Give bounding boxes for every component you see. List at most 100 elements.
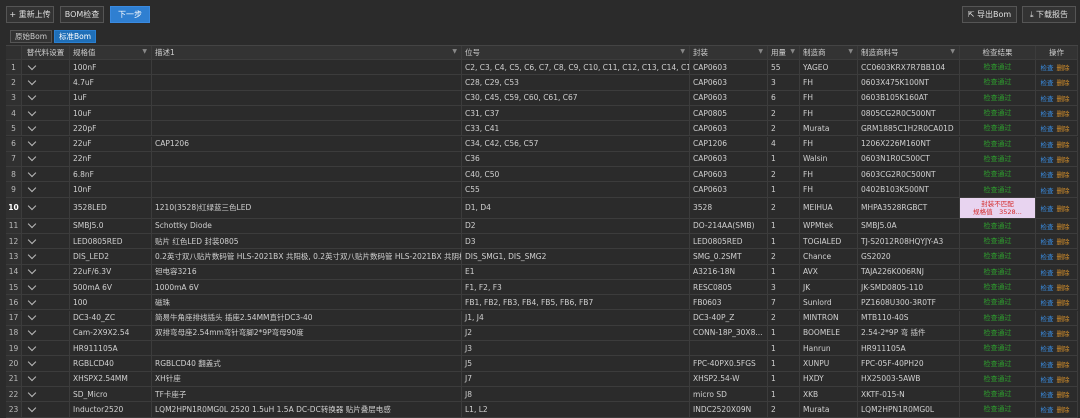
manufacturer-cell[interactable]: FH bbox=[800, 75, 858, 90]
reference-cell[interactable]: J8 bbox=[462, 387, 690, 402]
table-row[interactable]: 2 4.7uF C28, C29, C53 CAP0603 3 FH 0603X475K10… bbox=[6, 75, 1078, 91]
mfr-part-number-cell[interactable]: LQM2HPN1R0MG0L bbox=[858, 402, 960, 417]
table-row[interactable]: 10 3528LED 1210(3528)红绿蓝三色LED D1, D4 3528 2 ME… bbox=[6, 197, 1078, 219]
check-link[interactable]: 检查 bbox=[1041, 62, 1054, 72]
check-link[interactable]: 检查 bbox=[1041, 203, 1054, 213]
reference-cell[interactable]: C2, C3, C4, C5, C6, C7, C8, C9, C10, C11… bbox=[462, 60, 690, 75]
alt-setting-dropdown[interactable] bbox=[22, 121, 70, 136]
alt-setting-dropdown[interactable] bbox=[22, 249, 70, 264]
delete-link[interactable]: 删除 bbox=[1057, 185, 1070, 195]
alt-setting-dropdown[interactable] bbox=[22, 105, 70, 121]
mfr-part-number-cell[interactable]: TJ-S2012R08HQYJY-A3 bbox=[858, 234, 960, 249]
check-link[interactable]: 检查 bbox=[1041, 185, 1054, 195]
spec-cell[interactable]: SD_Micro bbox=[70, 387, 152, 402]
quantity-cell[interactable]: 2 bbox=[768, 197, 800, 218]
spec-cell[interactable]: 10uF bbox=[70, 105, 152, 121]
package-cell[interactable]: CAP0603 bbox=[690, 75, 768, 90]
table-row[interactable]: 17 DC3-40_ZC 简易牛角座排线插头 插座2.54MM直针DC3-40 J1,… bbox=[6, 310, 1078, 326]
alt-setting-dropdown[interactable] bbox=[22, 197, 70, 218]
check-link[interactable]: 检查 bbox=[1041, 93, 1054, 103]
spec-cell[interactable]: 10nF bbox=[70, 182, 152, 197]
chevron-down-icon[interactable] bbox=[27, 220, 37, 229]
operation-header[interactable]: 操作 bbox=[1036, 46, 1078, 59]
spec-cell[interactable]: Cam-2X9X2.54 bbox=[70, 325, 152, 341]
check-link[interactable]: 检查 bbox=[1041, 343, 1054, 353]
package-cell[interactable] bbox=[690, 341, 768, 356]
mfr-part-number-cell[interactable]: JK-SMD0805-110 bbox=[858, 279, 960, 295]
quantity-cell[interactable]: 1 bbox=[768, 341, 800, 356]
quantity-cell[interactable]: 1 bbox=[768, 325, 800, 341]
reference-cell[interactable]: D2 bbox=[462, 218, 690, 233]
table-row[interactable]: 9 10nF C55 CAP0603 1 FH 0402B103K500NT 检查通过 检查 删除 bbox=[6, 182, 1078, 198]
quantity-cell[interactable]: 2 bbox=[768, 105, 800, 121]
quantity-cell[interactable]: 1 bbox=[768, 234, 800, 249]
description-cell[interactable] bbox=[152, 151, 462, 167]
filter-icon[interactable]: ▼ bbox=[790, 48, 795, 55]
spec-cell[interactable]: SMBJ5.0 bbox=[70, 218, 152, 233]
spec-cell[interactable]: HR911105A bbox=[70, 341, 152, 356]
chevron-down-icon[interactable] bbox=[27, 235, 37, 244]
description-cell[interactable]: 磁珠 bbox=[152, 295, 462, 310]
mfr-part-number-cell[interactable]: 0402B103K500NT bbox=[858, 182, 960, 197]
package-cell[interactable]: 3528 bbox=[690, 197, 768, 218]
reference-cell[interactable]: C40, C50 bbox=[462, 167, 690, 182]
mfr-part-number-cell[interactable]: SMBJ5.0A bbox=[858, 218, 960, 233]
description-cell[interactable]: 钽电容3216 bbox=[152, 264, 462, 279]
bom-check-button[interactable]: BOM检查 bbox=[60, 6, 104, 23]
qty-header[interactable]: 用量 ▼ bbox=[768, 46, 800, 59]
table-row[interactable]: 4 10uF C31, C37 CAP0805 2 FH 0805CG2R0C500NT 检查… bbox=[6, 105, 1078, 122]
quantity-cell[interactable]: 3 bbox=[768, 279, 800, 295]
description-cell[interactable]: TF卡座子 bbox=[152, 387, 462, 402]
table-row[interactable]: 11 SMBJ5.0 Schottky Diode D2 DO-214AA(SMB) 1 W… bbox=[6, 218, 1078, 234]
chevron-down-icon[interactable] bbox=[27, 183, 37, 193]
filter-icon[interactable]: ▼ bbox=[758, 48, 763, 55]
description-cell[interactable]: LQM2HPN1R0MG0L 2520 1.5uH 1.5A DC-DC转换器 … bbox=[152, 402, 462, 417]
table-row[interactable]: 18 Cam-2X9X2.54 双排弯母座2.54mm弯针弯脚2*9P弯母90度 J2… bbox=[6, 325, 1078, 342]
spec-cell[interactable]: XHSPX2.54MM bbox=[70, 371, 152, 386]
manufacturer-cell[interactable]: Hanrun bbox=[800, 341, 858, 356]
chevron-down-icon[interactable] bbox=[27, 311, 37, 321]
chevron-down-icon[interactable] bbox=[27, 137, 37, 147]
chevron-down-icon[interactable] bbox=[27, 327, 37, 336]
manufacturer-cell[interactable]: XKB bbox=[800, 387, 858, 402]
tab-original-bom[interactable]: 原始Bom bbox=[10, 30, 52, 43]
manufacturer-cell[interactable]: MEIHUA bbox=[800, 197, 858, 218]
check-link[interactable]: 检查 bbox=[1041, 282, 1054, 292]
description-cell[interactable] bbox=[152, 105, 462, 121]
quantity-cell[interactable]: 2 bbox=[768, 310, 800, 325]
description-cell[interactable]: XH针座 bbox=[152, 371, 462, 386]
mfr-part-number-cell[interactable]: 0603CG2R0C500NT bbox=[858, 167, 960, 182]
mfr-part-number-cell[interactable]: CC0603KRX7R7BB104 bbox=[858, 60, 960, 75]
check-link[interactable]: 检查 bbox=[1041, 77, 1054, 87]
description-cell[interactable] bbox=[152, 60, 462, 75]
reupload-button[interactable]: + 重新上传 bbox=[6, 6, 54, 23]
delete-link[interactable]: 删除 bbox=[1057, 221, 1070, 231]
manufacturer-cell[interactable]: Walsin bbox=[800, 151, 858, 167]
table-row[interactable]: 22 SD_Micro TF卡座子 J8 micro SD 1 XKB XKTF-015-N 检… bbox=[6, 387, 1078, 403]
chevron-down-icon[interactable] bbox=[27, 296, 37, 306]
reference-cell[interactable]: D1, D4 bbox=[462, 197, 690, 218]
package-cell[interactable]: DO-214AA(SMB) bbox=[690, 218, 768, 233]
spec-cell[interactable]: 100nF bbox=[70, 60, 152, 75]
spec-cell[interactable]: 6.8nF bbox=[70, 167, 152, 182]
alt-setting-dropdown[interactable] bbox=[22, 167, 70, 182]
manufacturer-header[interactable]: 制造商 ▼ bbox=[800, 46, 858, 59]
spec-cell[interactable]: 3528LED bbox=[70, 197, 152, 218]
reference-cell[interactable]: C34, C42, C56, C57 bbox=[462, 136, 690, 151]
chevron-down-icon[interactable] bbox=[27, 168, 37, 177]
alt-setting-dropdown[interactable] bbox=[22, 136, 70, 151]
spec-cell[interactable]: 22uF bbox=[70, 136, 152, 151]
reference-cell[interactable]: J1, J4 bbox=[462, 310, 690, 325]
check-link[interactable]: 检查 bbox=[1041, 221, 1054, 231]
chevron-down-icon[interactable] bbox=[27, 122, 37, 132]
quantity-cell[interactable]: 1 bbox=[768, 264, 800, 279]
chevron-down-icon[interactable] bbox=[27, 76, 37, 86]
alt-setting-dropdown[interactable] bbox=[22, 387, 70, 402]
reference-cell[interactable]: C30, C45, C59, C60, C61, C67 bbox=[462, 90, 690, 105]
package-cell[interactable]: CAP0603 bbox=[690, 151, 768, 167]
package-cell[interactable]: CAP1206 bbox=[690, 136, 768, 151]
check-link[interactable]: 检查 bbox=[1041, 359, 1054, 369]
description-cell[interactable] bbox=[152, 75, 462, 90]
alt-setting-dropdown[interactable] bbox=[22, 279, 70, 295]
chevron-down-icon[interactable] bbox=[27, 91, 37, 101]
